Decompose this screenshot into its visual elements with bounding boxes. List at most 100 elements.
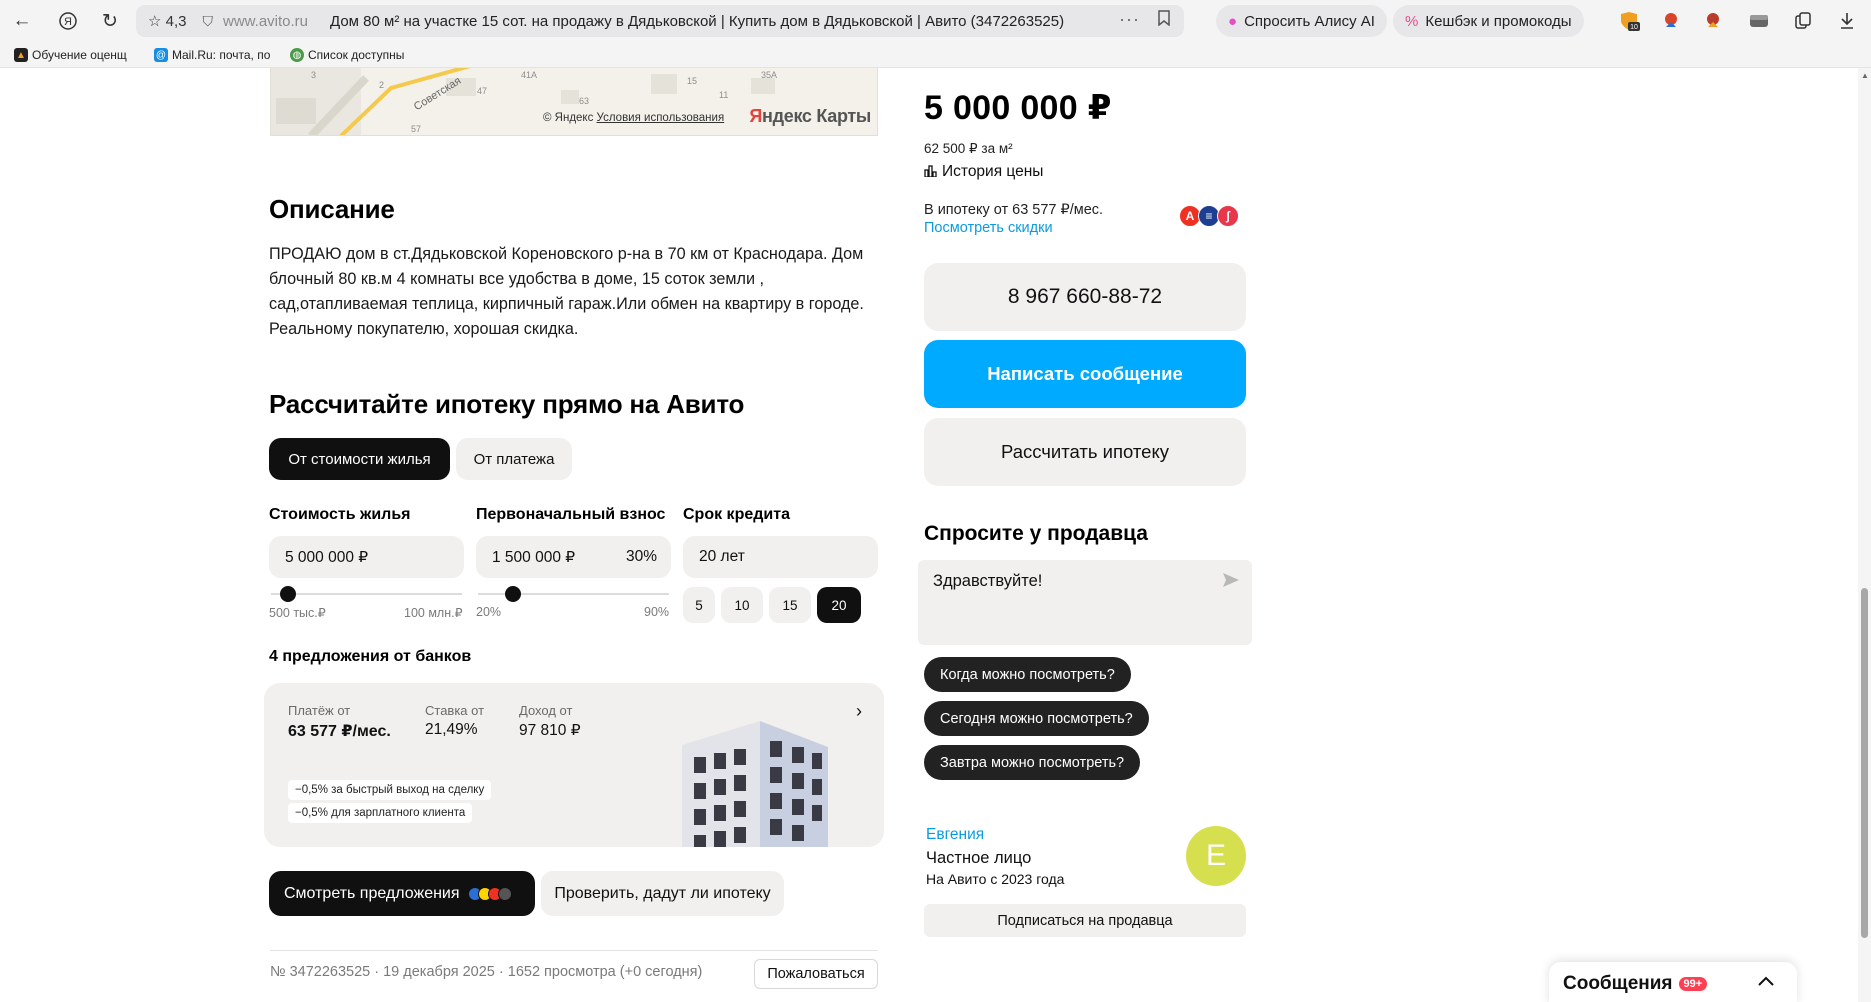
download-icon[interactable] [1834, 9, 1860, 33]
tab-from-payment[interactable]: От платежа [456, 438, 572, 480]
cashback-button[interactable]: % Кешбэк и промокоды [1393, 5, 1584, 37]
site-rating[interactable]: ☆ 4,3 [148, 12, 186, 30]
show-phone-button[interactable]: 8 967 660-88-72 [924, 263, 1246, 331]
unread-badge: 99+ [1678, 977, 1708, 991]
bar-chart-icon [924, 164, 937, 180]
messenger-title: Сообщения [1563, 973, 1673, 994]
reload-icon[interactable]: ↻ [96, 8, 124, 34]
term-label: Срок кредита [683, 506, 790, 523]
seller-avatar[interactable]: Е [1186, 826, 1246, 886]
mortgage-from: В ипотеку от 63 577 ₽/мес. [924, 202, 1104, 218]
address-bar[interactable]: ☆ 4,3 ⛉ www.avito.ru Дом 80 м² на участк… [136, 5, 1184, 37]
cost-max-label: 100 млн.₽ [404, 606, 463, 620]
percent-icon: % [1405, 12, 1419, 30]
bank-logos[interactable]: А ≡ ʃ [1179, 205, 1239, 227]
term-input[interactable]: 20 лет [683, 536, 878, 578]
collections-icon[interactable] [1790, 9, 1816, 33]
calc-mortgage-button[interactable]: Рассчитать ипотеку [924, 418, 1246, 486]
globe-icon: ◍ [290, 48, 304, 62]
message-input[interactable]: Здравствуйте! [918, 560, 1252, 645]
extension-shield-icon[interactable]: 10 [1616, 9, 1642, 33]
quick-question-chip[interactable]: Когда можно посмотреть? [924, 657, 1131, 692]
bookmark-item[interactable]: ▲ Обучение оценщ [14, 48, 148, 62]
quick-question-chip[interactable]: Завтра можно посмотреть? [924, 745, 1141, 780]
rate-label: Ставка от [425, 703, 485, 718]
down-payment-slider-handle[interactable] [505, 586, 522, 602]
bank-logo-icon [497, 886, 512, 901]
view-offers-button[interactable]: Смотреть предложения [269, 871, 535, 916]
map-house-number: 11 [719, 90, 729, 100]
bookmarks-bar: ▲ Обучение оценщ @ Mail.Ru: почта, по ◍ … [0, 44, 420, 66]
send-icon[interactable] [1222, 572, 1240, 593]
income-label: Доход от [519, 703, 573, 718]
price-history-link[interactable]: История цены [924, 163, 1043, 181]
down-payment-percent: 30% [625, 548, 657, 565]
alice-button[interactable]: ● Спросить Алису AI [1216, 5, 1387, 37]
map-house-number: 35А [761, 70, 778, 80]
bank-offer-card[interactable]: Платёж от 63 577 ₽/мес. Ставка от 21,49%… [264, 683, 884, 847]
bookmark-icon[interactable] [1158, 10, 1170, 31]
down-payment-slider[interactable] [478, 586, 669, 602]
extension-pin-icon[interactable] [1658, 9, 1684, 33]
map-house-number: 41А [521, 70, 538, 80]
map-house-number: 57 [411, 124, 422, 134]
more-icon[interactable]: ··· [1119, 9, 1140, 30]
tab-from-cost[interactable]: От стоимости жилья [269, 438, 450, 480]
building-illustration [682, 721, 828, 847]
term-option-15[interactable]: 15 [769, 587, 811, 623]
scroll-up-icon[interactable]: ▲ [1861, 71, 1869, 80]
chevron-right-icon[interactable]: › [856, 701, 862, 722]
extension-pin2-icon[interactable] [1700, 9, 1726, 33]
extension-tray-icon[interactable] [1746, 9, 1772, 33]
browser-chrome: ← Я ↻ ☆ 4,3 ⛉ www.avito.ru Дом 80 м² на … [0, 0, 1871, 68]
rate-value: 21,49% [425, 721, 478, 738]
bookmark-item[interactable]: @ Mail.Ru: почта, по [154, 48, 284, 62]
listing-meta: № 3472263525 · 19 декабря 2025 · 1652 пр… [270, 964, 703, 980]
map-house-number: 15 [687, 76, 698, 86]
map-widget[interactable]: 3 2 47 41А 63 15 11 35А 57 Советская © Я… [270, 68, 878, 136]
term-option-20[interactable]: 20 [817, 587, 861, 623]
cost-label: Стоимость жилья [269, 506, 411, 523]
back-icon[interactable]: ← [8, 8, 36, 34]
description-title: Описание [269, 194, 395, 224]
term-option-5[interactable]: 5 [683, 587, 715, 623]
chevron-up-icon[interactable] [1757, 971, 1775, 992]
url-domain: www.avito.ru [222, 12, 309, 30]
cost-slider[interactable] [271, 586, 462, 602]
down-payment-input[interactable]: 1 500 000 ₽30% [476, 536, 671, 578]
shield-icon[interactable]: ⛉ [202, 13, 213, 30]
map-house-number: 47 [477, 86, 488, 96]
ask-seller-title: Спросите у продавца [924, 522, 1148, 545]
cost-input[interactable]: 5 000 000 ₽ [269, 536, 464, 578]
bank-swoosh-icon: ʃ [1217, 205, 1239, 227]
term-option-10[interactable]: 10 [721, 587, 763, 623]
map-copyright: © Яндекс Условия использования [543, 112, 725, 124]
down-payment-label: Первоначальный взнос [476, 506, 666, 523]
seller-name-link[interactable]: Евгения [926, 826, 984, 844]
check-mortgage-button[interactable]: Проверить, дадут ли ипотеку [541, 871, 784, 916]
scrollbar[interactable]: ▲ [1858, 68, 1871, 1002]
offer-tag: −0,5% для зарплатного клиента [288, 803, 473, 823]
report-button[interactable]: Пожаловаться [754, 959, 878, 989]
yandex-icon[interactable]: Я [54, 8, 82, 34]
map-house-number: 2 [379, 80, 385, 90]
cost-slider-handle[interactable] [279, 586, 296, 602]
scrollbar-thumb[interactable] [1861, 588, 1868, 938]
map-house-number: 3 [311, 70, 317, 80]
yandex-maps-logo[interactable]: Яндекс Карты [749, 106, 871, 127]
bookmark-item[interactable]: ◍ Список доступны [290, 48, 420, 62]
map-terms-link[interactable]: Условия использования [597, 112, 725, 124]
quick-question-chip[interactable]: Сегодня можно посмотреть? [924, 701, 1149, 736]
payment-value: 63 577 ₽/мес. [288, 723, 391, 740]
url-page-title: Дом 80 м² на участке 15 сот. на продажу … [330, 12, 1065, 30]
mail-at-icon: @ [154, 48, 168, 62]
income-value: 97 810 ₽ [519, 722, 581, 739]
listing-price: 5 000 000 ₽ [924, 89, 1112, 127]
payment-label: Платёж от [288, 703, 351, 718]
map-house-number: 63 [579, 96, 590, 106]
view-discounts-link[interactable]: Посмотреть скидки [924, 220, 1053, 236]
down-max-label: 90% [644, 605, 670, 619]
write-message-button[interactable]: Написать сообщение [924, 340, 1246, 408]
subscribe-seller-button[interactable]: Подписаться на продавца [924, 904, 1246, 937]
messenger-widget[interactable]: Сообщения 99+ [1549, 962, 1797, 1002]
